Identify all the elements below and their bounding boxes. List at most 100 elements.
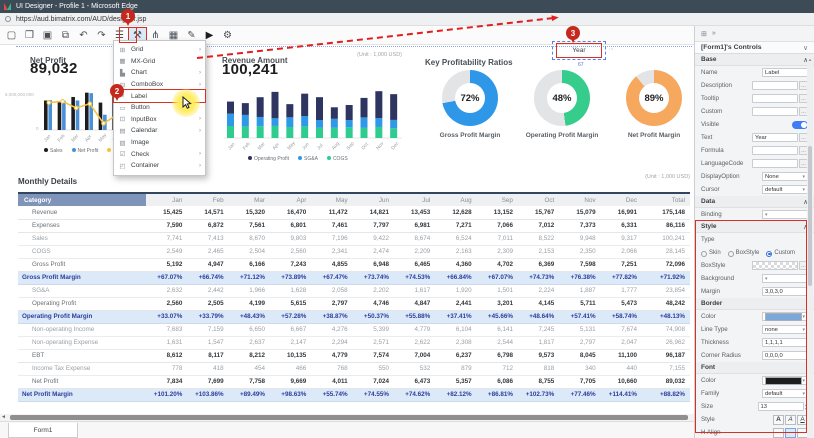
prop-label: Corner Radius xyxy=(701,352,762,359)
h-align-button-1[interactable] xyxy=(785,428,796,438)
color-picker[interactable]: ▾ xyxy=(762,312,808,321)
scroll-left-icon[interactable]: ◄ xyxy=(1,414,6,421)
settings-icon[interactable]: ⚙ xyxy=(219,28,236,43)
form1-tab[interactable]: Form1 xyxy=(8,423,78,438)
save-icon[interactable]: ▣ xyxy=(39,28,56,43)
cell-value: 1,777 xyxy=(601,284,642,297)
svg-text:Jan: Jan xyxy=(43,133,53,143)
menu-item-grid[interactable]: ⊞Grid› xyxy=(114,44,205,56)
text-input[interactable]: 1,1,1,1 xyxy=(762,338,808,347)
radio-icon[interactable] xyxy=(728,251,734,257)
text-input[interactable] xyxy=(752,146,798,155)
font-italic-button[interactable]: A xyxy=(785,415,796,425)
menu-item-chart[interactable]: ▙Chart› xyxy=(114,67,205,79)
panel-dock-icon[interactable]: ⊞ xyxy=(701,30,707,38)
text-input[interactable] xyxy=(752,159,798,168)
cell-total: 28,145 xyxy=(642,245,690,258)
section-header-data[interactable]: Data∧ xyxy=(695,196,814,208)
undo-icon[interactable]: ↶ xyxy=(75,28,92,43)
select-input[interactable]: ▾ xyxy=(762,210,808,219)
text-input[interactable] xyxy=(752,81,798,90)
select-input[interactable]: None▾ xyxy=(762,172,808,181)
scroll-up-icon[interactable]: ▲ xyxy=(807,57,813,62)
table-row: Sales7,7417,4138,6709,8037,1969,4228,674… xyxy=(18,232,690,245)
font-bold-button[interactable]: A xyxy=(773,415,784,425)
text-input[interactable]: Year xyxy=(752,133,798,142)
select-input[interactable]: ▾ xyxy=(762,274,808,283)
panel-collapse-icon[interactable]: » xyxy=(712,30,716,37)
row-label: Gross Profit Margin xyxy=(18,271,146,284)
donut-label: Net Profit Margin xyxy=(622,132,686,139)
prop-row-color: Color▾ xyxy=(695,374,814,387)
submenu-arrow-icon: › xyxy=(199,70,201,76)
chevron-down-icon[interactable]: ∨ xyxy=(803,44,808,52)
cell-value: 7,561 xyxy=(229,219,270,232)
text-input[interactable] xyxy=(752,94,798,103)
panel-scrollbar[interactable]: ▲ xyxy=(807,56,813,438)
radio-icon[interactable] xyxy=(766,251,772,257)
cell-value: +74.62% xyxy=(394,388,435,401)
cell-value: 13,152 xyxy=(477,206,518,219)
toggle-switch[interactable] xyxy=(792,121,808,129)
cell-value: 14,821 xyxy=(353,206,394,219)
number-input[interactable]: 13 xyxy=(758,402,804,411)
col-header-month: Oct xyxy=(518,193,559,206)
prop-control: none▾ xyxy=(762,325,808,334)
legend-dot xyxy=(72,148,76,152)
prop-row-formula: Formula… xyxy=(695,144,814,157)
menu-item-container[interactable]: ◰Container› xyxy=(114,160,205,172)
section-header-style[interactable]: Style∧ xyxy=(695,221,814,233)
menu-item-mx-grid[interactable]: ▦MX-Grid xyxy=(114,56,205,68)
radio-option[interactable]: BoxStyle xyxy=(728,250,760,256)
svg-text:Mar: Mar xyxy=(70,133,80,143)
cell-value: 8,612 xyxy=(146,349,187,362)
new-file-icon[interactable]: ▢ xyxy=(3,28,20,43)
menu-item-check[interactable]: ☑Check› xyxy=(114,148,205,160)
cell-value: 7,245 xyxy=(518,323,559,336)
color-picker[interactable]: ▾ xyxy=(762,376,808,385)
menu-item-image[interactable]: ▧Image xyxy=(114,137,205,149)
boxstyle-preview[interactable] xyxy=(752,261,798,270)
cell-value: 466 xyxy=(270,362,311,375)
save-all-icon[interactable]: ⧉ xyxy=(57,28,74,43)
table-row: EBT8,6128,1178,21210,1354,7797,5747,0046… xyxy=(18,349,690,362)
prop-label: Color xyxy=(701,377,762,384)
h-align-button-0[interactable] xyxy=(773,428,784,438)
chevron-down-icon: ▾ xyxy=(802,314,805,320)
radio-option[interactable]: Skin xyxy=(701,250,721,256)
redo-icon[interactable]: ↷ xyxy=(93,28,110,43)
select-input[interactable]: none▾ xyxy=(762,325,808,334)
text-input[interactable]: 3,0,3,0 xyxy=(762,287,808,296)
text-input[interactable] xyxy=(752,107,798,116)
properties-panel: ⊞ » [Form1]'s Controls ∨ Base∧NameLabelD… xyxy=(694,26,814,438)
select-input[interactable]: default▾ xyxy=(762,185,808,194)
year-label-control[interactable]: Year xyxy=(557,44,601,57)
section-header-font[interactable]: Font xyxy=(695,362,814,374)
monthly-details-table[interactable]: CategoryJanFebMarAprMayJunJulAugSepOctNo… xyxy=(18,192,690,402)
panel-header[interactable]: [Form1]'s Controls ∨ xyxy=(695,41,814,54)
revenue-unit: (Unit : 1,000 USD) xyxy=(330,52,402,58)
prop-control: … xyxy=(752,107,808,116)
cell-total: 89,032 xyxy=(642,375,690,388)
cell-total: +48.13% xyxy=(642,310,690,323)
text-input[interactable]: 0,0,0,0 xyxy=(762,351,808,360)
radio-icon[interactable] xyxy=(701,251,707,257)
section-header-base[interactable]: Base∧ xyxy=(695,54,814,66)
prop-row-margin: Margin3,0,3,0 xyxy=(695,285,814,298)
open-folder-icon[interactable]: ❒ xyxy=(21,28,38,43)
horizontal-scrollbar[interactable]: ◄ xyxy=(0,414,694,421)
cell-value: 8,117 xyxy=(187,349,228,362)
radio-option[interactable]: Custom xyxy=(766,250,795,256)
legend-item: COGS xyxy=(327,156,348,162)
cell-value: 9,422 xyxy=(353,232,394,245)
hscroll-thumb[interactable] xyxy=(10,415,688,420)
text-input[interactable]: Label xyxy=(762,68,808,77)
cell-value: 2,163 xyxy=(435,245,476,258)
menu-item-calendar[interactable]: ▤Calendar› xyxy=(114,125,205,137)
menu-item-combobox[interactable]: ⊟ComboBox› xyxy=(114,79,205,91)
prop-row-custom: Custom… xyxy=(695,105,814,118)
cell-value: 1,501 xyxy=(477,284,518,297)
section-header-border[interactable]: Border xyxy=(695,298,814,310)
select-input[interactable]: default▾ xyxy=(762,389,808,398)
site-info-icon[interactable] xyxy=(5,16,11,22)
